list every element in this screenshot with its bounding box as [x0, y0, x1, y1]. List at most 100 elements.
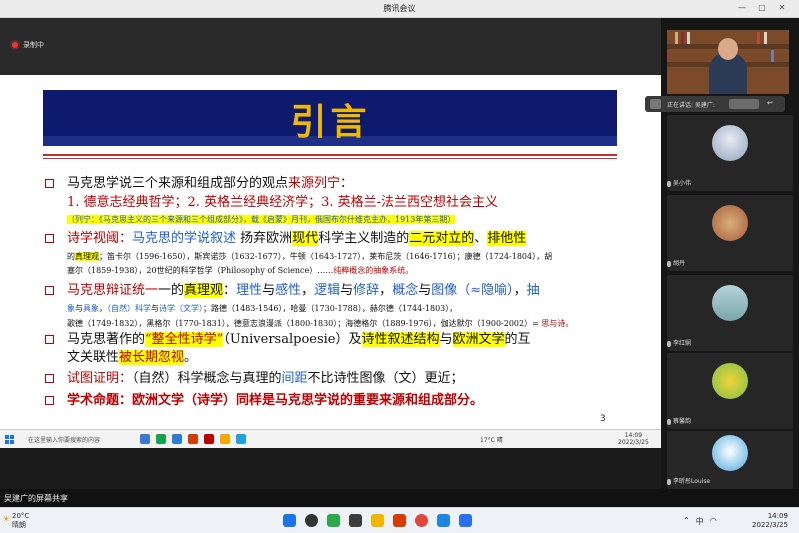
maximize-button[interactable]: ▢: [755, 3, 769, 12]
screen-share-label: 吴建广的屏幕共享: [4, 494, 68, 503]
participant-name: 胡丹: [673, 260, 686, 267]
slide-text-run: 不比诗性图像（文）更近；: [307, 371, 464, 386]
mic-icon: [667, 181, 671, 187]
search-icon[interactable]: [305, 514, 318, 527]
folder-icon[interactable]: [371, 514, 384, 527]
slide-text-run: 被长期忽视: [119, 350, 185, 365]
slide-text-run: 马克思著作的: [67, 332, 146, 347]
chrome-icon[interactable]: [415, 514, 428, 527]
slide-text-run: 逻辑: [314, 283, 341, 298]
tencent-meeting-icon[interactable]: [459, 514, 472, 527]
speaker-thumb-icon: [650, 99, 661, 109]
participant-name: 李昕彤Louise: [673, 478, 711, 485]
app-icon: [172, 434, 182, 444]
avatar: [712, 363, 748, 399]
slide-text-run: 排他性: [487, 231, 527, 246]
slide-text-run: 来源列宁: [288, 176, 341, 191]
weather-temp: 20°C: [12, 512, 30, 520]
participant-tile[interactable]: 李昕彤Louise: [667, 431, 793, 489]
avatar: [712, 205, 748, 241]
participant-name: 吴小伟: [673, 180, 692, 187]
participant-tile[interactable]: 胡丹: [667, 195, 793, 271]
slide-line: 试图证明：（自然）科学概念与真理的间距不比诗性图像（文）更近；: [67, 371, 464, 387]
app-icon: [156, 434, 166, 444]
divider: [43, 154, 617, 156]
slide-text-run: ，: [379, 283, 393, 298]
slide-text-run: 一的: [158, 283, 185, 298]
slide-text-run: 概念: [392, 283, 419, 298]
slide-text-run: ；路德（1483-1546），哈曼（1730-1788），赫尔德（1744-18…: [203, 304, 458, 313]
slide-text-run: 文关联性: [67, 350, 120, 365]
taskbar-apps: [283, 514, 472, 527]
participant-name: 李红娴: [673, 340, 692, 347]
participant-tile[interactable]: 蔡馨韵: [667, 353, 793, 429]
screen-share-bar[interactable]: 吴建广的屏幕共享: [0, 489, 799, 507]
wifi-icon[interactable]: ◠: [710, 516, 717, 527]
slide-text-run: 图像（≈隐喻）: [431, 283, 514, 298]
slide-text-run: 具象: [83, 304, 99, 313]
slide-text-run: （Universalpoesie）及: [223, 332, 362, 347]
slide-text-run: 理性: [236, 283, 263, 298]
app-icon: [188, 434, 198, 444]
bullet-icon: [45, 374, 54, 383]
slide-text-run: 的互: [504, 332, 531, 347]
slide-line: 学术命题：欧洲文学（诗学）同样是马克思学说的重要来源和组成部分。: [67, 393, 483, 409]
wechat-icon[interactable]: [327, 514, 340, 527]
page-number: 3: [600, 414, 606, 424]
slide-text-run: 歌德（1749-1832），黑格尔（1770-1831），德意志浪漫派（1800…: [67, 319, 542, 328]
shared-time: 14:09: [624, 432, 643, 439]
participant-tile[interactable]: 吴小伟: [667, 115, 793, 191]
slide-line: 马克思学说三个来源和组成部分的观点来源列宁：: [67, 176, 353, 192]
slide-line: 歌德（1749-1832），黑格尔（1770-1831），德意志浪漫派（1800…: [67, 318, 573, 329]
participant-tile[interactable]: 李红娴: [667, 275, 793, 351]
avatar: [712, 285, 748, 321]
presentation-slide: 引言 马克思学说三个来源和组成部分的观点来源列宁： 1. 德意志经典哲学；2. …: [0, 75, 661, 429]
slide-text-run: 。: [184, 350, 198, 365]
avatar: [712, 125, 748, 161]
slide-text-run: 诗性叙述结构: [361, 332, 440, 347]
ime-indicator[interactable]: 中: [696, 516, 704, 527]
weather-desc: 晴朗: [12, 521, 26, 529]
slide-text-run: 科学主义制造的: [318, 231, 410, 246]
minimize-button[interactable]: —: [735, 3, 749, 12]
mic-icon: [667, 341, 671, 347]
app-icon[interactable]: [437, 514, 450, 527]
record-icon: [12, 42, 18, 48]
weather-widget[interactable]: 20°C 晴朗: [12, 512, 29, 530]
slide-text-run: 扬弃欧洲: [236, 231, 293, 246]
system-tray: ⌃ 中 ◠: [683, 516, 717, 527]
app-icon[interactable]: [349, 514, 362, 527]
office-icon[interactable]: [393, 514, 406, 527]
speaking-indicator: 正在讲话: 吴建广: ↩: [645, 96, 785, 112]
close-button[interactable]: ✕: [775, 3, 789, 12]
slide-line: 象与具象，（自然）科学与诗学（文学）；路德（1483-1546），哈曼（1730…: [67, 301, 457, 317]
start-icon[interactable]: [283, 514, 296, 527]
speaker-head: [718, 38, 738, 60]
slide-text-run: 欧洲文学（诗学）同样是马克思学说的重要来源和组成部分。: [132, 393, 484, 408]
redacted-name: [729, 99, 759, 109]
recording-indicator[interactable]: 录制中: [12, 40, 44, 50]
slide-text-run: 象: [67, 304, 75, 313]
slide-text-run: 1. 德意志经典哲学；2. 英格兰经典经济学；3. 英格兰-法兰西空想社会主义: [67, 195, 498, 210]
slide-text-run: 与: [151, 304, 159, 313]
slide-text-run: ，: [513, 283, 527, 298]
chevron-up-icon[interactable]: ⌃: [683, 516, 690, 527]
pin-icon[interactable]: ↩: [767, 99, 773, 107]
slide-line: 马克思著作的“整全性诗学”（Universalpoesie）及诗性叙述结构与欧洲…: [67, 332, 531, 348]
slide-text-run: 学术命题：: [67, 393, 133, 408]
slide-text-run: 的: [67, 252, 75, 261]
bullet-icon: [45, 335, 54, 344]
slide-text-run: 现代: [292, 231, 319, 246]
speaking-label: 正在讲话: 吴建广:: [667, 102, 715, 109]
slide-text-run: 间距: [281, 371, 308, 386]
slide-text-run: ，: [99, 304, 107, 313]
bullet-icon: [45, 179, 54, 188]
slide-line: 塞尔（1859-1938），20世纪的科学哲学（Philosophy of Sc…: [67, 265, 413, 276]
slide-text-run: 马克思辩证统一: [67, 283, 159, 298]
slide-text-run: 与: [418, 283, 432, 298]
shared-taskbar: 在这里输入你要搜索的内容 17°C 晴 14:09 2022/3/25: [0, 429, 661, 448]
clock[interactable]: 14:09 2022/3/25: [752, 512, 788, 530]
bullet-icon: [45, 286, 54, 295]
speaker-video[interactable]: [667, 30, 789, 94]
sun-icon: ☀: [2, 515, 11, 525]
